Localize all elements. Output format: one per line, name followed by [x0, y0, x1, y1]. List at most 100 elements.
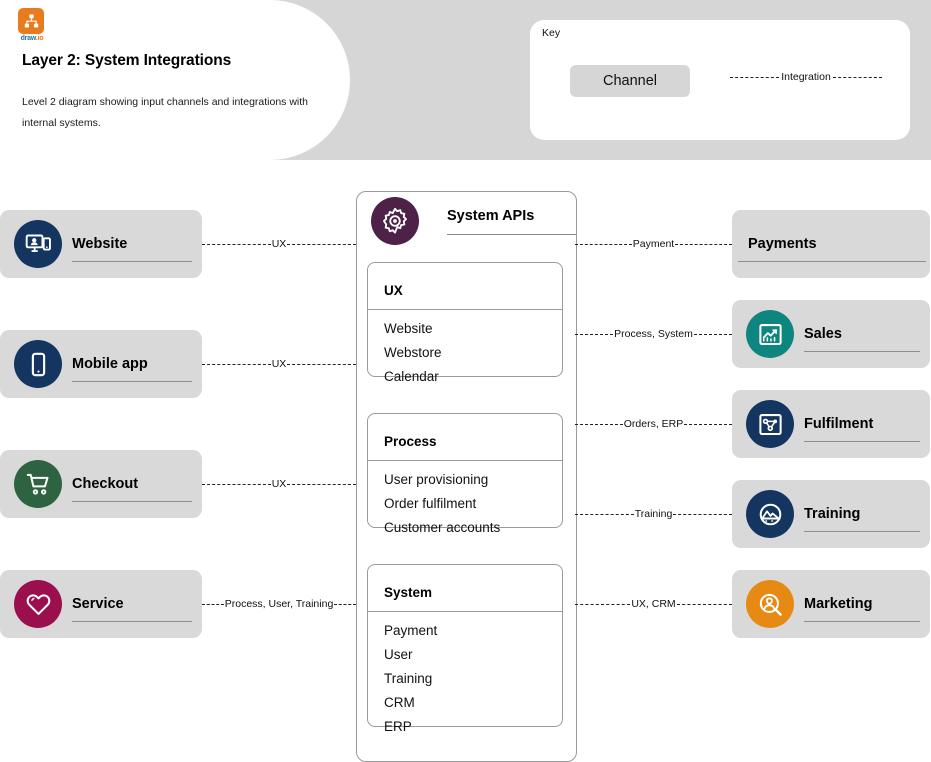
api-group-item: Calendar: [384, 369, 439, 384]
drawio-logo: draw.io: [18, 8, 46, 42]
page-subtitle: Level 2 diagram showing input channels a…: [22, 96, 309, 129]
connector-checkout-to-api: UX: [202, 478, 356, 490]
connector-api-to-fulfilment: Orders, ERP: [575, 418, 733, 430]
api-group-item: Order fulfilment: [384, 496, 477, 511]
card-underline: [72, 621, 192, 622]
card-underline: [804, 531, 920, 532]
channel-label: Mobile app: [72, 356, 148, 372]
system-label: Sales: [804, 326, 842, 342]
api-group-divider: [368, 309, 562, 310]
dash-segment-right: [334, 603, 357, 605]
system-label: Marketing: [804, 596, 873, 612]
dash-segment-left: [202, 603, 224, 605]
card-underline: [804, 621, 920, 622]
header-band: draw.io Layer 2: System Integrations Lev…: [0, 0, 931, 160]
dash-segment-right: [675, 243, 732, 245]
api-group-ux[interactable]: UX Website Webstore Calendar: [367, 262, 563, 384]
mountain-dome-icon: [746, 490, 794, 538]
card-underline: [72, 501, 192, 502]
dash-segment-left: [575, 423, 623, 425]
channel-card-service[interactable]: Service: [0, 570, 202, 638]
connector-api-to-marketing: UX, CRM: [575, 598, 732, 610]
api-group-items: Payment User Training CRM ERP: [384, 619, 554, 739]
card-underline: [72, 261, 192, 262]
chart-growth-icon: [746, 310, 794, 358]
api-group-item: Webstore: [384, 345, 442, 360]
dash-segment-left: [575, 603, 631, 605]
system-card-training[interactable]: Training: [732, 480, 930, 548]
api-group-process[interactable]: Process User provisioning Order fulfilme…: [367, 413, 563, 535]
key-integration-label: Integration: [781, 71, 831, 83]
api-group-item: Customer accounts: [384, 520, 501, 535]
page-title: Layer 2: System Integrations: [22, 52, 232, 69]
api-group-item: Payment: [384, 623, 438, 638]
smartphone-icon: [14, 340, 62, 388]
api-group-item: CRM: [384, 695, 415, 710]
title-panel: draw.io Layer 2: System Integrations Lev…: [0, 0, 350, 160]
system-card-fulfilment[interactable]: Fulfilment: [732, 390, 930, 458]
system-apis-header: System APIs: [357, 192, 576, 250]
connector-api-to-training: Training: [575, 508, 733, 520]
connector-label: UX: [271, 238, 287, 250]
person-search-icon: [746, 580, 794, 628]
api-group-system[interactable]: System Payment User Training CRM ERP: [367, 564, 563, 734]
card-underline: [804, 441, 920, 442]
dash-segment-right: [673, 513, 733, 515]
api-group-title: System: [384, 585, 433, 600]
channel-card-checkout[interactable]: Checkout: [0, 450, 202, 518]
channel-label: Service: [72, 596, 124, 612]
logo-text-draw: draw: [20, 35, 36, 42]
connector-api-to-sales: Process, System: [575, 328, 732, 340]
dash-segment-right: [676, 603, 732, 605]
connector-api-to-payments: Payment: [575, 238, 732, 250]
dash-segment-right: [287, 483, 356, 485]
system-card-sales[interactable]: Sales: [732, 300, 930, 368]
channel-label: Checkout: [72, 476, 139, 492]
system-apis-panel: System APIs UX Website Webstore Calendar…: [356, 191, 577, 762]
connector-label: Training: [634, 508, 673, 520]
api-group-item: User: [384, 647, 413, 662]
dash-segment-right: [287, 243, 356, 245]
system-label: Training: [804, 506, 861, 522]
connector-label: Payment: [632, 238, 675, 250]
key-channel-swatch: Channel: [570, 65, 690, 97]
shopping-cart-icon: [14, 460, 62, 508]
system-apis-title: System APIs: [447, 208, 535, 224]
api-group-divider: [368, 611, 562, 612]
key-legend-box: Key Channel Integration: [530, 20, 910, 140]
channel-label: Website: [72, 236, 128, 252]
dash-segment-left: [730, 76, 780, 78]
connector-label: Process, System: [614, 328, 693, 340]
system-card-payments[interactable]: Payments: [732, 210, 930, 278]
channel-card-website[interactable]: Website: [0, 210, 202, 278]
connector-label: UX, CRM: [631, 598, 676, 610]
system-card-marketing[interactable]: Marketing: [732, 570, 930, 638]
flow-nodes-icon: [746, 400, 794, 448]
card-underline: [738, 261, 926, 262]
api-group-item: Website: [384, 321, 433, 336]
connector-label: Orders, ERP: [623, 418, 684, 430]
api-group-title: UX: [384, 283, 403, 298]
connector-mobile-app-to-api: UX: [202, 358, 356, 370]
connector-service-to-api: Process, User, Training: [202, 598, 357, 610]
key-integration-swatch: Integration: [730, 71, 882, 83]
dash-segment-left: [202, 483, 271, 485]
api-group-items: Website Webstore Calendar: [384, 317, 554, 389]
heart-icon: [14, 580, 62, 628]
dash-segment-right: [684, 423, 733, 425]
connector-label: UX: [271, 358, 287, 370]
api-group-item: User provisioning: [384, 472, 489, 487]
dash-segment-right: [693, 333, 732, 335]
connector-label: UX: [271, 478, 287, 490]
drawio-logo-mark: [18, 8, 44, 34]
system-label: Payments: [748, 236, 817, 252]
dash-segment-left: [202, 363, 271, 365]
dash-segment-right: [832, 76, 882, 78]
logo-text-io: .io: [35, 35, 44, 42]
channel-card-mobile-app[interactable]: Mobile app: [0, 330, 202, 398]
connector-label: Process, User, Training: [224, 598, 334, 610]
gear-icon: [371, 197, 419, 245]
dash-segment-left: [575, 243, 632, 245]
key-label: Key: [542, 27, 561, 39]
api-group-item: Training: [384, 671, 433, 686]
